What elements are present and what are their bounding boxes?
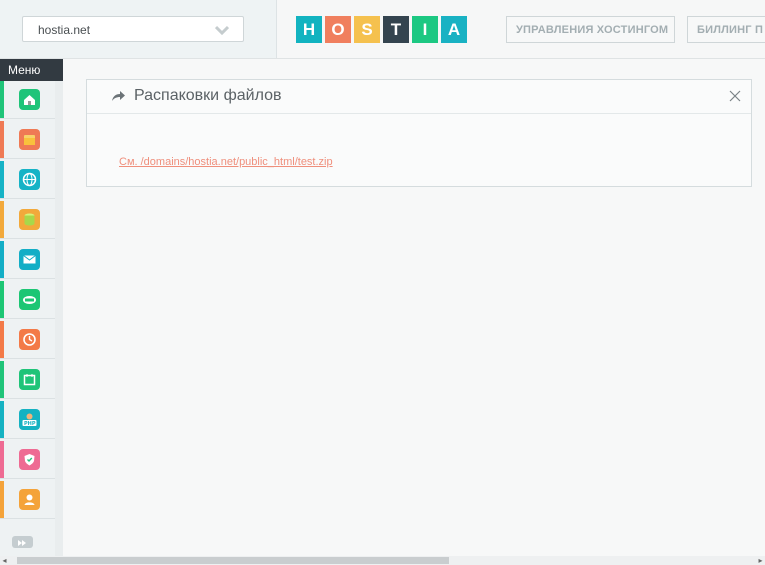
sidebar-item-databases[interactable] [0, 201, 55, 239]
ftp-icon [19, 289, 40, 310]
logo-letter: O [325, 16, 351, 43]
archive-path-link[interactable]: См. /domains/hostia.net/public_html/test… [119, 156, 333, 168]
sidebar-item-stripe [0, 161, 4, 198]
sidebar-item-cron[interactable] [0, 321, 55, 359]
nav-billing-button[interactable]: БИЛЛИНГ П [687, 16, 765, 43]
shield-icon [19, 449, 40, 470]
sidebar-item-php[interactable]: PHP [0, 401, 55, 439]
sidebar-item-stripe [0, 481, 4, 518]
logo-letter: A [441, 16, 467, 43]
globe-icon [19, 169, 40, 190]
sidebar-item-mail[interactable] [0, 241, 55, 279]
sidebar-item-ftp[interactable] [0, 281, 55, 319]
sidebar-item-home[interactable] [0, 81, 55, 119]
svg-text:PHP: PHP [24, 421, 36, 427]
sidebar-item-stripe [0, 81, 4, 118]
logo-letter: H [296, 16, 322, 43]
database-icon [19, 209, 40, 230]
menu-label: Меню [0, 59, 63, 81]
folder-icon [19, 129, 40, 150]
close-icon[interactable] [729, 90, 741, 102]
share-arrow-icon [112, 91, 125, 101]
home-icon [19, 89, 40, 110]
sidebar-item-stripe [0, 201, 4, 238]
domain-select[interactable]: hostia.net [22, 16, 244, 42]
mail-icon [19, 249, 40, 270]
sidebar-item-stripe [0, 241, 4, 278]
fast-forward-icon[interactable] [12, 536, 33, 548]
panel-title: Распаковки файлов [134, 87, 282, 104]
scroll-left-icon[interactable]: ◂ [0, 556, 9, 565]
panel-header: Распаковки файлов [87, 80, 751, 114]
domain-select-value: hostia.net [38, 23, 91, 37]
sidebar-item-support[interactable] [0, 481, 55, 519]
scrollbar-thumb[interactable] [17, 557, 449, 564]
sidebar: PHP [0, 81, 56, 556]
sidebar-item-stripe [0, 361, 4, 398]
hostia-logo[interactable]: H O S T I A [296, 16, 467, 43]
sidebar-item-security[interactable] [0, 441, 55, 479]
sidebar-gutter [55, 81, 63, 556]
sidebar-item-scheduler[interactable] [0, 361, 55, 399]
domain-panel: hostia.net [0, 0, 277, 58]
top-header: hostia.net H O S T I A УПРАВЛЕНИЯ ХОСТИН… [0, 0, 765, 59]
sidebar-item-stripe [0, 401, 4, 438]
sidebar-item-stripe [0, 121, 4, 158]
unpack-files-panel: Распаковки файлов См. /domains/hostia.ne… [86, 79, 752, 187]
clock-icon [19, 329, 40, 350]
nav-hosting-management-button[interactable]: УПРАВЛЕНИЯ ХОСТИНГОМ [506, 16, 675, 43]
sidebar-item-domains[interactable] [0, 161, 55, 199]
user-support-icon [19, 489, 40, 510]
sidebar-item-stripe [0, 441, 4, 478]
php-icon: PHP [19, 409, 40, 430]
calendar-icon [19, 369, 40, 390]
logo-letter: S [354, 16, 380, 43]
sidebar-item-stripe [0, 321, 4, 358]
logo-letter: T [383, 16, 409, 43]
scroll-right-icon[interactable]: ▸ [756, 556, 765, 565]
horizontal-scrollbar[interactable]: ◂ ▸ [0, 556, 765, 565]
sidebar-item-files[interactable] [0, 121, 55, 159]
chevron-down-icon [215, 25, 229, 36]
sidebar-item-stripe [0, 281, 4, 318]
logo-letter: I [412, 16, 438, 43]
